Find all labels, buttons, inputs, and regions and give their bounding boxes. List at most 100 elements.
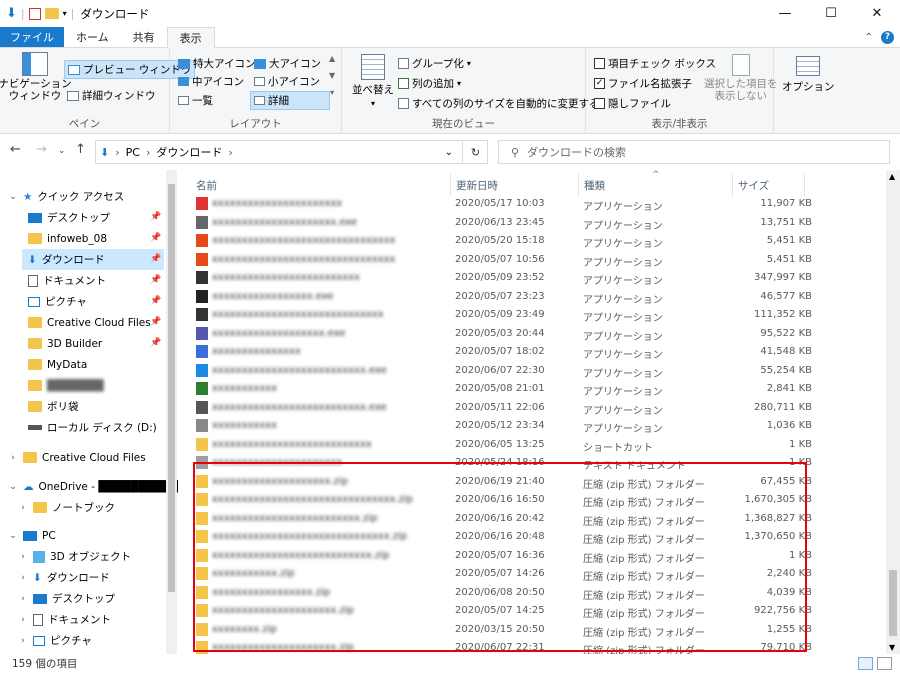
chevron-right-icon[interactable]: › (18, 594, 28, 604)
chevron-right-icon[interactable]: › (8, 453, 18, 463)
file-row[interactable]: xxxxxxxxxxxxxxxxxxxxxxxxxx.exe 2020/06/07… (192, 362, 812, 381)
group-by-button[interactable]: グループ化 ▾ (398, 56, 471, 71)
close-button[interactable]: ✕ (854, 0, 900, 27)
file-row[interactable]: xxxxxxxxxxxxxxxxxxxxxxxxxxxxxxx 2020/05/0… (192, 251, 812, 270)
file-row[interactable]: xxxxxxxxxxx 2020/05/12 23:34 アプリケーション 1,036… (192, 417, 812, 436)
tab-home[interactable]: ホーム (64, 27, 121, 47)
item-checkboxes-toggle[interactable]: 項目チェック ボックス (594, 56, 716, 71)
details-view-button[interactable]: 詳細 (250, 91, 330, 110)
recent-locations-chevron-icon[interactable]: ⌄ (58, 146, 66, 156)
nav-item-blurred[interactable]: ███████ (28, 375, 104, 396)
nav-item-onedrive[interactable]: ⌄ ☁ OneDrive - ██████████ (8, 476, 178, 497)
download-arrow-icon[interactable]: ⬇ (6, 6, 17, 21)
pin-icon[interactable]: 📌 (150, 296, 161, 306)
chevron-right-icon[interactable]: › (18, 552, 28, 562)
pin-icon[interactable]: 📌 (150, 338, 161, 348)
large-icons-button[interactable]: 大アイコン (254, 56, 321, 71)
chevron-right-icon[interactable]: › (18, 615, 28, 625)
nav-item-3d-objects[interactable]: › 3D オブジェクト (18, 546, 131, 567)
pin-icon[interactable]: 📌 (150, 317, 161, 327)
pin-icon[interactable]: 📌 (150, 275, 161, 285)
collapse-ribbon-icon[interactable]: ⌃ (865, 32, 873, 43)
column-divider[interactable] (450, 174, 451, 196)
properties-icon[interactable] (28, 7, 41, 20)
file-row[interactable]: xxxxxxxxxxxxxxxxxxx.exe 2020/05/03 20:44 ア… (192, 325, 812, 344)
nav-item-pictures[interactable]: ピクチャ (28, 291, 87, 312)
column-header-name[interactable]: 名前 (196, 175, 217, 195)
breadcrumb-pc[interactable]: PC (126, 146, 140, 159)
chevron-right-icon[interactable]: › (18, 503, 28, 513)
file-row[interactable]: xxxxxxxxxxxxxxx 2020/05/07 18:02 アプリケーション 4… (192, 343, 812, 362)
file-row[interactable]: xxxxxxxxxxxxxxxxxxxxxxxxxx.exe 2020/05/11… (192, 399, 812, 418)
hide-selected-button[interactable]: 選択した項目を 表示しない (704, 54, 778, 102)
column-header-type[interactable]: 種類 (584, 175, 605, 195)
details-view-toggle-icon[interactable] (858, 657, 873, 670)
pin-icon[interactable]: 📌 (150, 254, 161, 264)
medium-icons-button[interactable]: 中アイコン (178, 74, 244, 89)
up-arrow-icon[interactable]: ↑ (75, 142, 86, 157)
small-icons-button[interactable]: 小アイコン (254, 74, 320, 89)
search-input[interactable]: ⚲ ダウンロードの検索 (498, 140, 890, 164)
column-header-date[interactable]: 更新日時 (456, 175, 498, 195)
chevron-down-icon[interactable]: ⌄ (8, 531, 18, 541)
hidden-items-toggle[interactable]: 隠しファイル (594, 96, 671, 111)
chevron-right-icon[interactable]: › (18, 573, 28, 583)
nav-item-3d-builder[interactable]: 3D Builder (28, 333, 102, 354)
nav-pane-scrollbar[interactable] (166, 170, 177, 654)
column-header-size[interactable]: サイズ (738, 175, 769, 195)
column-divider[interactable] (578, 174, 579, 196)
chevron-right-icon[interactable]: › (18, 636, 28, 646)
chevron-down-icon[interactable]: ▾ (63, 9, 67, 18)
column-divider[interactable] (732, 174, 733, 196)
details-pane-button[interactable]: 詳細ウィンドウ (67, 88, 156, 103)
file-row[interactable]: xxxxxxxxxxxxxxxxx.exe 2020/05/07 23:23 アプリ… (192, 288, 812, 307)
size-all-columns-button[interactable]: すべての列のサイズを自動的に変更する (398, 96, 600, 111)
chevron-down-icon[interactable]: ⌄ (8, 482, 18, 492)
tab-file[interactable]: ファイル (0, 27, 64, 47)
nav-item-infoweb[interactable]: infoweb_08 (28, 228, 107, 249)
nav-item-polybag[interactable]: ポリ袋 (28, 396, 79, 417)
nav-item-pc-downloads[interactable]: › ⬇ ダウンロード (18, 567, 110, 588)
file-extensions-toggle[interactable]: ✓ ファイル名拡張子 (594, 76, 692, 91)
nav-item-pc-pictures[interactable]: › ピクチャ (18, 630, 92, 651)
chevron-down-icon[interactable]: ⌄ (8, 192, 18, 202)
pin-icon[interactable]: 📌 (150, 212, 161, 222)
minimize-button[interactable]: — (762, 0, 808, 27)
file-row[interactable]: xxxxxxxxxxxxxxxxxxxxx.exe 2020/06/13 23:4… (192, 214, 812, 233)
extra-large-icons-button[interactable]: 特大アイコン (178, 56, 255, 71)
column-divider[interactable] (804, 174, 805, 196)
sort-button[interactable]: 並べ替え ▾ (352, 54, 394, 108)
file-list-scrollbar[interactable]: ▲ ▼ (886, 170, 900, 654)
tab-share[interactable]: 共有 (121, 27, 167, 47)
file-row[interactable]: xxxxxxxxxxxxxxxxxxxxxxxxxxx 2020/06/05 13… (192, 436, 812, 455)
breadcrumb-downloads[interactable]: ダウンロード (156, 144, 222, 160)
chevron-down-icon[interactable]: ⌄ (445, 147, 453, 158)
nav-item-pc-documents[interactable]: › ドキュメント (18, 609, 111, 630)
address-bar[interactable]: ⬇ › PC › ダウンロード › ⌄ (95, 140, 488, 164)
nav-item-local-disk-d[interactable]: ローカル ディスク (D:) (28, 417, 157, 438)
nav-item-creative-cloud-root[interactable]: › Creative Cloud Files (8, 447, 146, 468)
large-icons-view-toggle-icon[interactable] (877, 657, 892, 670)
nav-item-desktop[interactable]: デスクトップ (28, 207, 110, 228)
scroll-down-icon[interactable]: ▼ (889, 643, 895, 652)
file-row[interactable]: xxxxxxxxxxx 2020/05/08 21:01 アプリケーション 2,841… (192, 380, 812, 399)
maximize-button[interactable]: ☐ (808, 0, 854, 27)
nav-item-pc[interactable]: ⌄ PC (8, 525, 55, 546)
pin-icon[interactable]: 📌 (150, 233, 161, 243)
tab-view[interactable]: 表示 (166, 27, 215, 48)
refresh-button[interactable]: ↻ (462, 140, 488, 164)
nav-item-notebook[interactable]: › ノートブック (18, 497, 115, 518)
nav-item-quick-access[interactable]: ⌄ ★ クイック アクセス (8, 186, 124, 207)
file-row[interactable]: xxxxxxxxxxxxxxxxxxxxxxxxx 2020/05/09 23:5… (192, 269, 812, 288)
help-icon[interactable]: ? (881, 30, 894, 44)
back-arrow-icon[interactable]: ← (10, 142, 21, 157)
navigation-pane-button[interactable]: ナビゲーション ウィンドウ (0, 52, 72, 102)
nav-item-creative-cloud[interactable]: Creative Cloud Files (28, 312, 151, 333)
scrollbar-thumb[interactable] (168, 184, 175, 592)
new-folder-icon[interactable] (44, 8, 59, 19)
scrollbar-thumb[interactable] (889, 570, 897, 636)
nav-item-pc-desktop[interactable]: › デスクトップ (18, 588, 115, 609)
add-columns-button[interactable]: 列の追加 ▾ (398, 76, 461, 91)
nav-item-downloads[interactable]: ⬇ ダウンロード (22, 249, 164, 270)
scroll-up-icon[interactable]: ▲ (889, 172, 895, 181)
